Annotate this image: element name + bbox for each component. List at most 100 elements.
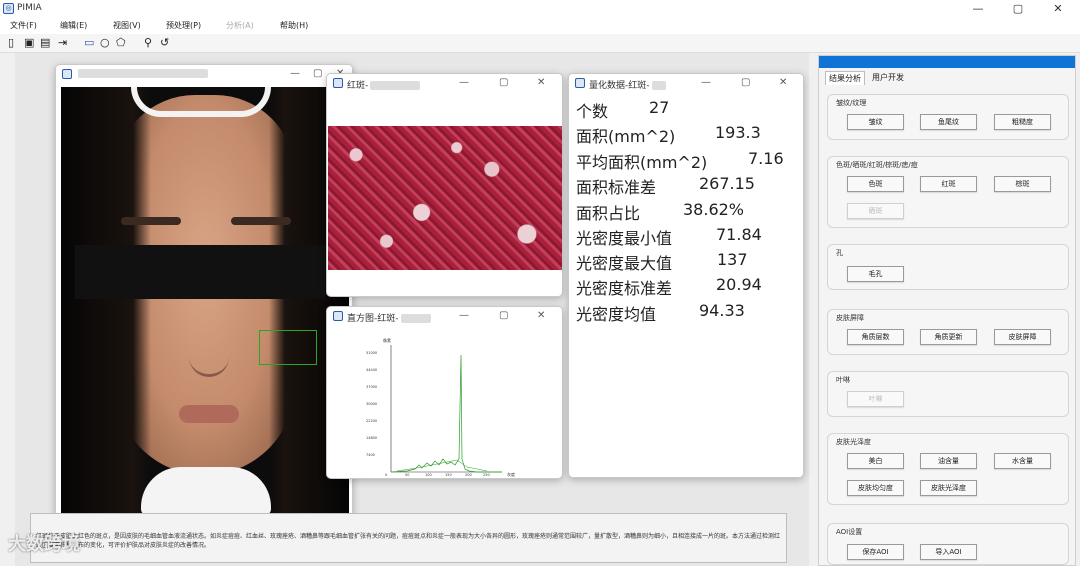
app-logo-icon: ◎ xyxy=(3,3,14,14)
histogram-smoothed xyxy=(396,459,488,472)
histogram-window[interactable]: 直方图-红斑- — ▢ ✕ 像素 51000 44440 37000 30000… xyxy=(326,306,563,479)
title-bar: ◎ PIMIA — ▢ ✕ xyxy=(0,0,1080,17)
menu-file[interactable]: 文件(F) xyxy=(10,20,37,31)
brown-spot-button[interactable]: 棕斑 xyxy=(994,176,1051,192)
ytick: 30000 xyxy=(366,402,377,406)
skin-uniformity-button[interactable]: 皮肤均匀度 xyxy=(847,480,904,496)
crows-feet-button[interactable]: 鱼尾纹 xyxy=(920,114,977,130)
panel-header-bar xyxy=(819,56,1075,68)
face-minimize-button[interactable]: — xyxy=(290,68,300,79)
zoom-icon[interactable]: ⚲ xyxy=(144,36,152,49)
quant-window-header[interactable]: 量化数据-红斑- — ▢ ✕ xyxy=(569,74,803,92)
red-spot-analysis-image xyxy=(328,126,562,270)
save-as-icon[interactable]: ▤ xyxy=(40,36,50,49)
hist-close-button[interactable]: ✕ xyxy=(537,310,545,321)
face-maximize-button[interactable]: ▢ xyxy=(313,68,322,79)
quant-label: 光密度均值 xyxy=(576,305,657,324)
ytick: 51000 xyxy=(366,351,377,355)
water-content-button[interactable]: 水含量 xyxy=(994,453,1051,469)
window-app-icon xyxy=(575,78,585,88)
hair-left xyxy=(61,87,151,515)
menu-help[interactable]: 帮助(H) xyxy=(280,20,308,31)
oil-content-button[interactable]: 油含量 xyxy=(920,453,977,469)
chinrest xyxy=(141,467,271,515)
open-icon[interactable]: ▯ xyxy=(8,36,14,49)
porphyrin-button[interactable]: 叶啉 xyxy=(847,391,904,407)
quant-data-window[interactable]: 量化数据-红斑- — ▢ ✕ 个数 27 面积(mm^2) 193.3 平均面积… xyxy=(568,73,804,478)
face-image-window[interactable]: — ▢ ✕ xyxy=(55,64,353,520)
undo-icon[interactable]: ↺ xyxy=(160,36,169,49)
face-window-header[interactable]: — ▢ ✕ xyxy=(56,65,352,83)
skin-gloss-button[interactable]: 皮肤光泽度 xyxy=(920,480,977,496)
ytick: 7400 xyxy=(366,453,375,457)
watermark: 大数跨境 xyxy=(8,534,80,555)
description-text: 红斑位于皮肤上红色的斑点，是因皮肤的毛细血管血液流通状态。如炎症痘痘、红血丝、玫… xyxy=(36,533,781,549)
hist-window-header[interactable]: 直方图-红斑- — ▢ ✕ xyxy=(327,307,562,325)
quant-label: 面积占比 xyxy=(576,204,641,223)
analysis-panel: 结果分析 用户开发 皱纹/纹理 皱纹 鱼尾纹 粗糙度 色斑/晒斑/红斑/棕斑/痣… xyxy=(818,55,1076,566)
red-close-button[interactable]: ✕ xyxy=(537,77,545,88)
menu-bar: 文件(F) 编辑(E) 视图(V) 预处理(P) 分析(A) 帮助(H) xyxy=(0,17,1080,34)
save-aoi-button[interactable]: 保存AOI xyxy=(847,544,904,560)
group-barrier: 皮肤屏障 角质层数 角质更新 皮肤屏障 xyxy=(827,309,1069,355)
quant-value: 20.94 xyxy=(716,275,762,294)
stratum-renewal-button[interactable]: 角质更新 xyxy=(920,329,977,345)
sun-spot-button[interactable]: 晒斑 xyxy=(847,203,904,219)
xtick: 50 xyxy=(405,473,409,477)
group-pore: 孔 毛孔 xyxy=(827,244,1069,290)
quant-value: 27 xyxy=(649,98,670,117)
quant-maximize-button[interactable]: ▢ xyxy=(741,77,750,88)
skin-barrier-button[interactable]: 皮肤屏障 xyxy=(994,329,1051,345)
menu-edit[interactable]: 编辑(E) xyxy=(60,20,87,31)
hist-minimize-button[interactable]: — xyxy=(459,310,469,321)
eye-censor-bar xyxy=(75,245,325,299)
whitening-button[interactable]: 美白 xyxy=(847,453,904,469)
tab-result-analysis[interactable]: 结果分析 xyxy=(825,71,865,85)
menu-analysis[interactable]: 分析(A) xyxy=(226,20,254,31)
pore-button[interactable]: 毛孔 xyxy=(847,266,904,282)
quant-label: 个数 xyxy=(576,102,609,121)
roi-rectangle[interactable] xyxy=(259,330,317,365)
xtick: 200 xyxy=(465,473,472,477)
ytick: 22200 xyxy=(366,419,377,423)
import-aoi-button[interactable]: 导入AOI xyxy=(920,544,977,560)
face-photo[interactable] xyxy=(61,87,349,515)
quant-close-button[interactable]: ✕ xyxy=(779,77,787,88)
color-spot-button[interactable]: 色斑 xyxy=(847,176,904,192)
nose xyxy=(189,317,229,377)
ellipse-select-icon[interactable]: ○ xyxy=(100,36,110,49)
stratum-layers-button[interactable]: 角质层数 xyxy=(847,329,904,345)
wrinkle-button[interactable]: 皱纹 xyxy=(847,114,904,130)
red-minimize-button[interactable]: — xyxy=(459,77,469,88)
quant-value: 193.3 xyxy=(715,123,761,142)
red-spot-button[interactable]: 红斑 xyxy=(920,176,977,192)
red-maximize-button[interactable]: ▢ xyxy=(499,77,508,88)
group-title: AOI设置 xyxy=(836,528,863,536)
quant-value: 267.15 xyxy=(699,174,755,193)
red-spot-window[interactable]: 红斑- — ▢ ✕ xyxy=(326,73,563,297)
minimize-button[interactable]: — xyxy=(968,2,988,15)
hist-maximize-button[interactable]: ▢ xyxy=(499,310,508,321)
export-icon[interactable]: ⇥ xyxy=(58,36,67,49)
tab-user-dev[interactable]: 用户开发 xyxy=(869,71,907,84)
group-title: 皱纹/纹理 xyxy=(836,99,867,107)
group-aoi: AOI设置 保存AOI 导入AOI xyxy=(827,523,1069,565)
window-app-icon xyxy=(333,78,343,88)
rect-select-icon[interactable]: ▭ xyxy=(84,36,94,49)
quant-value: 71.84 xyxy=(716,225,762,244)
save-icon[interactable]: ▣ xyxy=(24,36,34,49)
group-wrinkle: 皱纹/纹理 皱纹 鱼尾纹 粗糙度 xyxy=(827,94,1069,140)
menu-preprocess[interactable]: 预处理(P) xyxy=(166,20,201,31)
quant-minimize-button[interactable]: — xyxy=(701,77,711,88)
close-button[interactable]: ✕ xyxy=(1048,2,1068,15)
quant-label: 光密度标准差 xyxy=(576,279,673,298)
quant-value: 38.62% xyxy=(683,200,745,219)
maximize-button[interactable]: ▢ xyxy=(1008,2,1028,15)
app-title: PIMIA xyxy=(17,3,42,13)
red-window-header[interactable]: 红斑- — ▢ ✕ xyxy=(327,74,562,92)
ytick: 37000 xyxy=(366,385,377,389)
polygon-select-icon[interactable]: ⬠ xyxy=(116,36,126,49)
menu-view[interactable]: 视图(V) xyxy=(113,20,141,31)
roughness-button[interactable]: 粗糙度 xyxy=(994,114,1051,130)
hist-window-title: 直方图-红斑- xyxy=(347,311,431,324)
